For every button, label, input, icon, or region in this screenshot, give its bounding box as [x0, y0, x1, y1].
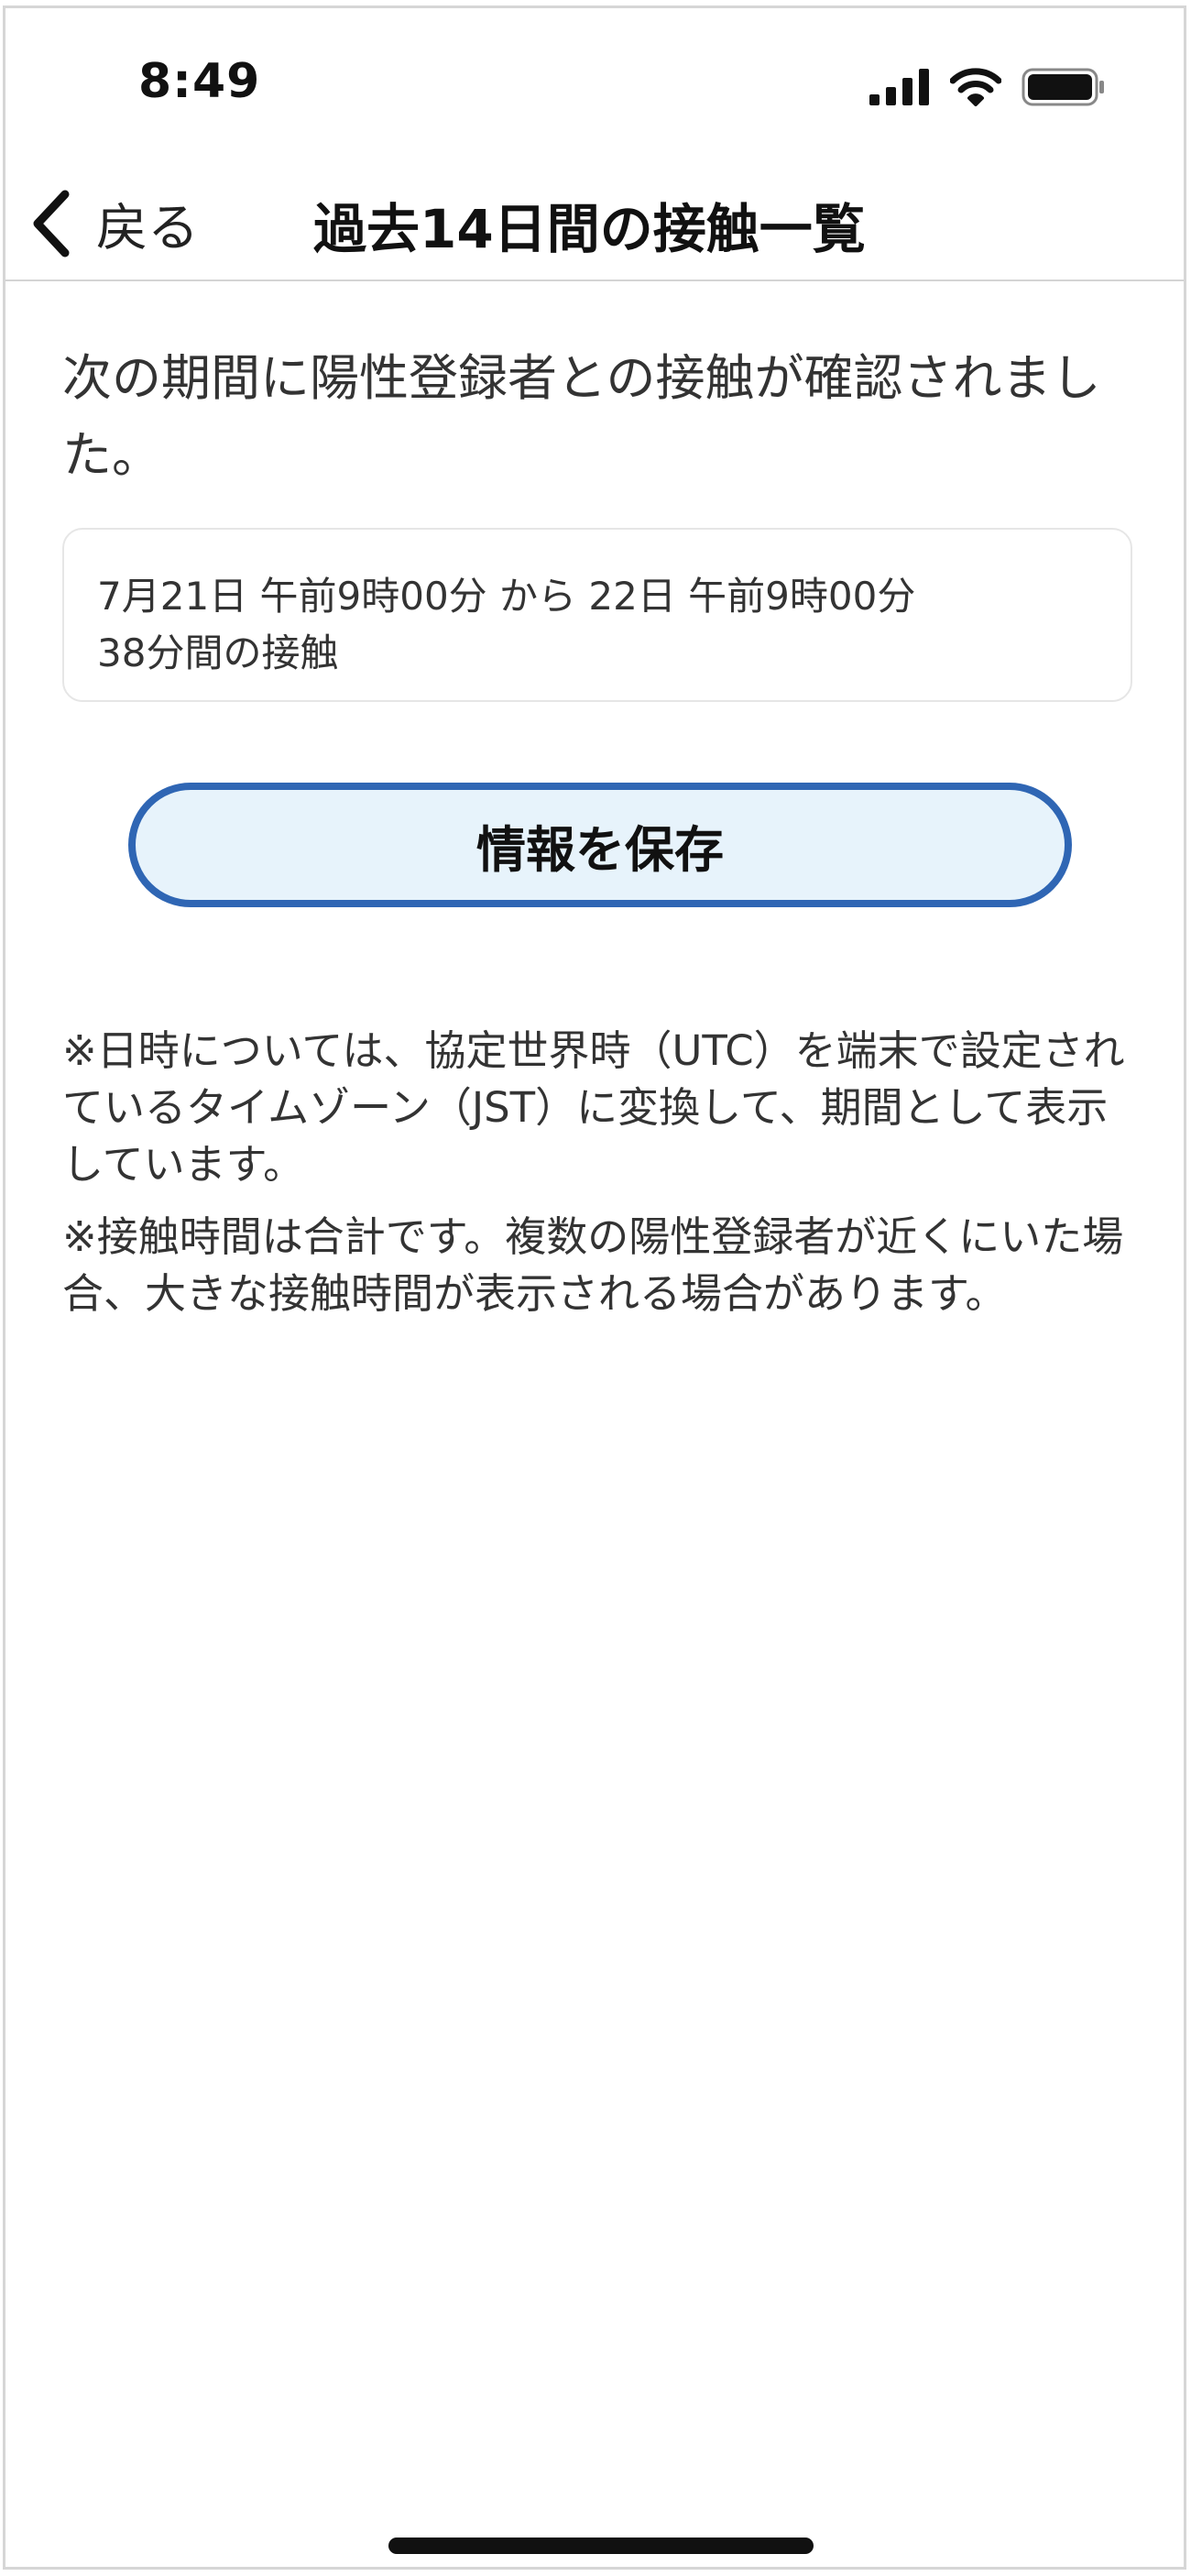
navigation-bar: 戻る 過去14日間の接触一覧: [5, 164, 1184, 283]
contact-period: 7月21日 午前9時00分 から 22日 午前9時00分: [97, 574, 916, 619]
status-bar: 8:49: [5, 8, 1184, 155]
intro-text: 次の期間に陽性登録者との接触が確認されました。: [62, 349, 1101, 484]
status-icons: [869, 65, 1106, 109]
battery-icon: [1022, 68, 1104, 106]
back-label: 戻る: [96, 198, 199, 258]
chevron-left-icon: [33, 190, 70, 258]
timezone-note: ※日時については、協定世界時（UTC）を端末で設定されているタイムゾーン（JST…: [62, 1026, 1125, 1189]
status-time: 8:49: [138, 54, 261, 109]
nav-divider: [5, 280, 1184, 281]
signal-icon: [869, 69, 929, 105]
home-indicator[interactable]: [388, 2538, 814, 2554]
contact-time-note: ※接触時間は合計です。複数の陽性登録者が近くにいた場合、大きな接触時間が表示され…: [62, 1212, 1124, 1318]
contact-card: 7月21日 午前9時00分 から 22日 午前9時00分 38分間の接触: [62, 528, 1132, 702]
save-info-button[interactable]: 情報を保存: [128, 783, 1072, 907]
contact-duration: 38分間の接触: [97, 630, 339, 675]
back-button[interactable]: 戻る: [28, 173, 199, 274]
wifi-icon: [950, 68, 1001, 106]
page-title: 過去14日間の接触一覧: [313, 198, 866, 260]
phone-screen: 8:49 戻る 過去14日間の接触一覧 次の期間に陽性登録者との接触が確認されま…: [3, 5, 1186, 2570]
